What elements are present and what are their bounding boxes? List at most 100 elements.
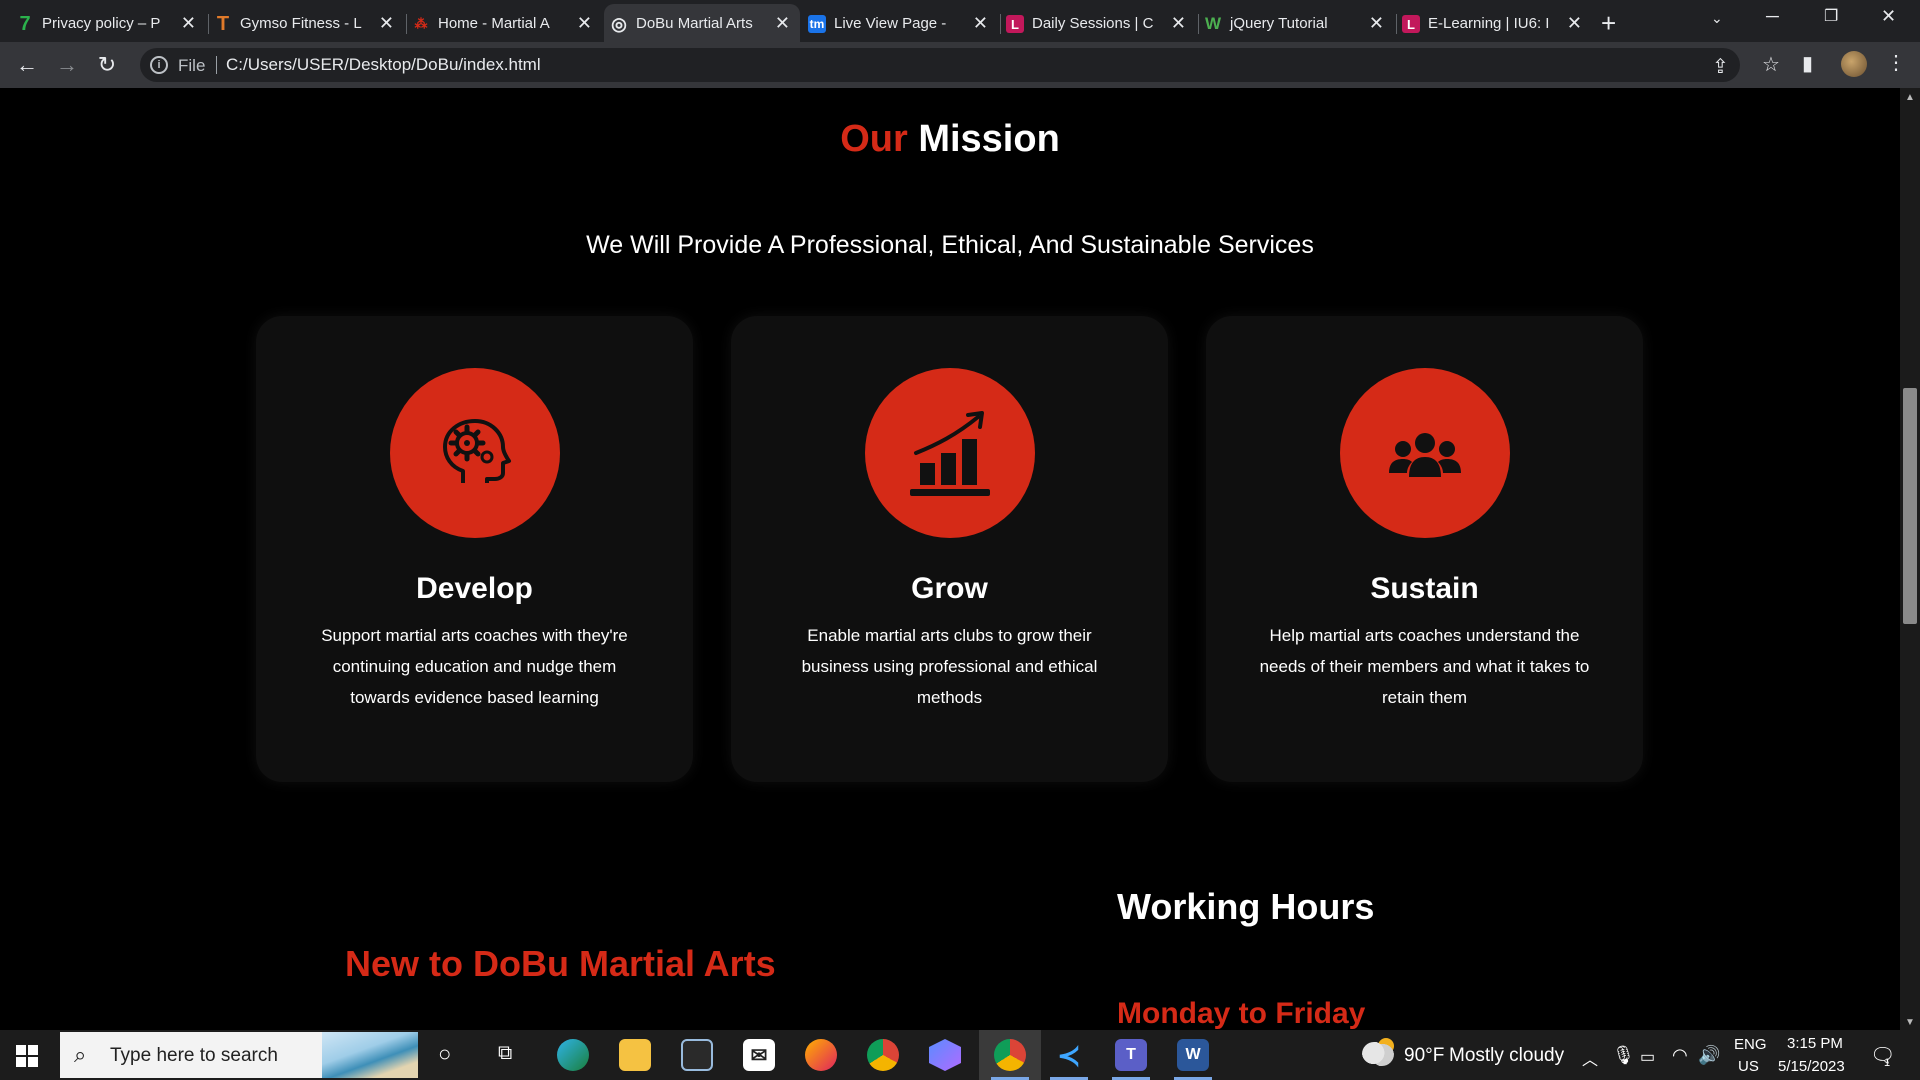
minimize-icon[interactable]: ─ bbox=[1766, 6, 1779, 27]
weather-condition[interactable]: Mostly cloudy bbox=[1449, 1045, 1564, 1067]
tab-label: Privacy policy – P bbox=[42, 14, 161, 32]
close-window-icon[interactable]: ✕ bbox=[1881, 6, 1896, 27]
mission-heading-rest: Mission bbox=[918, 118, 1060, 160]
cortana-icon[interactable]: ○ bbox=[438, 1041, 451, 1067]
scroll-down-arrow-icon[interactable]: ▼ bbox=[1904, 1017, 1916, 1028]
battery-icon[interactable]: ▭ bbox=[1640, 1047, 1655, 1067]
word-icon[interactable]: W bbox=[1177, 1039, 1209, 1071]
taskbar-search-box[interactable]: ⌕ Type here to search bbox=[60, 1032, 418, 1078]
store-icon[interactable] bbox=[681, 1039, 713, 1071]
forward-arrow-icon[interactable]: → bbox=[54, 52, 80, 78]
language-line-1[interactable]: ENG bbox=[1734, 1036, 1767, 1053]
tab-close-icon[interactable]: ✕ bbox=[775, 13, 790, 34]
profile-avatar[interactable] bbox=[1841, 51, 1867, 77]
card-title: Sustain bbox=[1370, 572, 1479, 605]
clock-time[interactable]: 3:15 PM bbox=[1787, 1035, 1843, 1052]
microphone-icon[interactable]: 🎙 bbox=[1612, 1045, 1635, 1066]
tab-label: Daily Sessions | C bbox=[1032, 14, 1154, 32]
scroll-thumb[interactable] bbox=[1903, 388, 1917, 624]
windows-taskbar: ⌕ Type here to search ○ ⧉ ✉ ≺ T W 90°F M… bbox=[0, 1030, 1920, 1080]
tab-e-learning[interactable]: L E-Learning | IU6: I ✕ bbox=[1396, 4, 1592, 42]
reload-icon[interactable]: ↻ bbox=[94, 52, 120, 78]
card-text: Help martial arts coaches understand the… bbox=[1259, 626, 1590, 707]
browser-tab-bar: 7 Privacy policy – P ✕ T Gymso Fitness -… bbox=[0, 0, 1920, 42]
tab-home-martial-arts[interactable]: ⁂ Home - Martial A ✕ bbox=[406, 4, 602, 42]
address-divider bbox=[216, 56, 217, 74]
tab-favicon: L bbox=[1006, 15, 1024, 33]
working-hours-heading: Working Hours bbox=[1117, 886, 1375, 927]
vscode-icon[interactable]: ≺ bbox=[1053, 1039, 1085, 1071]
chevron-up-icon[interactable]: ︿ bbox=[1582, 1046, 1598, 1070]
tab-label: E-Learning | IU6: I bbox=[1428, 14, 1550, 32]
task-view-icon[interactable]: ⧉ bbox=[498, 1042, 512, 1065]
new-tab-plus-icon[interactable]: + bbox=[1601, 8, 1616, 39]
brain-gear-icon bbox=[443, 419, 511, 483]
scroll-up-arrow-icon[interactable]: ▲ bbox=[1904, 92, 1916, 103]
language-line-2[interactable]: US bbox=[1738, 1058, 1759, 1075]
card-icon-circle bbox=[1340, 368, 1510, 538]
menu-kebab-icon[interactable]: ⋮ bbox=[1886, 50, 1906, 75]
windows-start-icon[interactable] bbox=[16, 1045, 38, 1067]
chrome-profile-icon[interactable] bbox=[994, 1039, 1026, 1071]
tab-close-icon[interactable]: ✕ bbox=[1567, 13, 1582, 34]
card-grow: Grow Enable martial arts clubs to grow t… bbox=[731, 316, 1168, 782]
card-icon-circle bbox=[390, 368, 560, 538]
volume-icon[interactable]: 🔊 bbox=[1698, 1045, 1720, 1066]
search-highlight-image bbox=[322, 1032, 418, 1078]
tab-label: Live View Page - bbox=[834, 14, 947, 32]
side-panel-icon[interactable]: ▮ bbox=[1802, 51, 1813, 76]
mission-heading: Our Mission bbox=[0, 118, 1900, 161]
edge-browser-icon[interactable] bbox=[557, 1039, 589, 1071]
tab-close-icon[interactable]: ✕ bbox=[1171, 13, 1186, 34]
teams-icon[interactable]: T bbox=[1115, 1039, 1147, 1071]
tab-close-icon[interactable]: ✕ bbox=[973, 13, 988, 34]
tab-label: jQuery Tutorial bbox=[1230, 14, 1328, 32]
tab-favicon: 7 bbox=[19, 12, 31, 35]
tab-jquery-tutorial[interactable]: W jQuery Tutorial ✕ bbox=[1198, 4, 1394, 42]
browser-toolbar: ← → ↻ i File C:/Users/USER/Desktop/DoBu/… bbox=[0, 42, 1920, 88]
tab-label: DoBu Martial Arts bbox=[636, 14, 753, 32]
working-days-heading: Monday to Friday bbox=[1117, 997, 1366, 1030]
tab-search-chevron-icon[interactable]: ⌄ bbox=[1711, 10, 1723, 27]
tab-close-icon[interactable]: ✕ bbox=[1369, 13, 1384, 34]
wifi-icon[interactable]: ◠ bbox=[1672, 1045, 1688, 1066]
tab-close-icon[interactable]: ✕ bbox=[181, 13, 196, 34]
users-group-icon bbox=[1389, 433, 1461, 477]
tab-close-icon[interactable]: ✕ bbox=[577, 13, 592, 34]
new-to-dobu-heading: New to DoBu Martial Arts bbox=[345, 943, 776, 984]
url-text[interactable]: C:/Users/USER/Desktop/DoBu/index.html bbox=[226, 55, 541, 75]
notification-count: 1 bbox=[1884, 1057, 1891, 1069]
weather-cloud-icon[interactable] bbox=[1362, 1042, 1394, 1066]
card-text: Support martial arts coaches with they'r… bbox=[321, 626, 628, 707]
page-scrollbar[interactable]: ▲ ▼ bbox=[1900, 88, 1920, 1030]
mission-subtitle: We Will Provide A Professional, Ethical,… bbox=[586, 231, 1314, 259]
growth-chart-icon bbox=[910, 411, 990, 496]
tab-label: Gymso Fitness - L bbox=[240, 14, 362, 32]
address-bar[interactable]: i File C:/Users/USER/Desktop/DoBu/index.… bbox=[140, 48, 1780, 82]
info-icon[interactable]: i bbox=[150, 56, 168, 74]
bookmark-star-icon[interactable]: ☆ bbox=[1762, 52, 1780, 77]
tab-gymso-fitness[interactable]: T Gymso Fitness - L ✕ bbox=[208, 4, 404, 42]
mail-icon[interactable]: ✉ bbox=[743, 1039, 775, 1071]
firefox-icon[interactable] bbox=[805, 1039, 837, 1071]
tab-daily-sessions[interactable]: L Daily Sessions | C ✕ bbox=[1000, 4, 1196, 42]
card-icon-circle bbox=[865, 368, 1035, 538]
file-explorer-icon[interactable] bbox=[619, 1039, 651, 1071]
card-sustain: Sustain Help martial arts coaches unders… bbox=[1206, 316, 1643, 782]
weather-temp[interactable]: 90°F bbox=[1404, 1045, 1444, 1067]
tab-privacy-policy[interactable]: 7 Privacy policy – P ✕ bbox=[10, 4, 206, 42]
tab-favicon: tm bbox=[808, 15, 826, 33]
tab-favicon: ⁂ bbox=[414, 16, 428, 31]
tab-live-view-page[interactable]: tm Live View Page - ✕ bbox=[802, 4, 998, 42]
back-arrow-icon[interactable]: ← bbox=[14, 52, 40, 78]
tab-favicon: W bbox=[1204, 14, 1222, 33]
tab-dobu-martial-arts[interactable]: ◎ DoBu Martial Arts ✕ bbox=[604, 4, 800, 42]
tab-close-icon[interactable]: ✕ bbox=[379, 13, 394, 34]
share-icon[interactable]: ⇪ bbox=[1712, 54, 1729, 79]
notifications-icon[interactable]: 🗨 bbox=[1870, 1043, 1895, 1068]
tab-label: Home - Martial A bbox=[438, 14, 550, 32]
app-hexagon-icon[interactable] bbox=[929, 1039, 961, 1071]
clock-date[interactable]: 5/15/2023 bbox=[1778, 1058, 1845, 1075]
chrome-icon[interactable] bbox=[867, 1039, 899, 1071]
restore-icon[interactable]: ❐ bbox=[1824, 6, 1838, 26]
